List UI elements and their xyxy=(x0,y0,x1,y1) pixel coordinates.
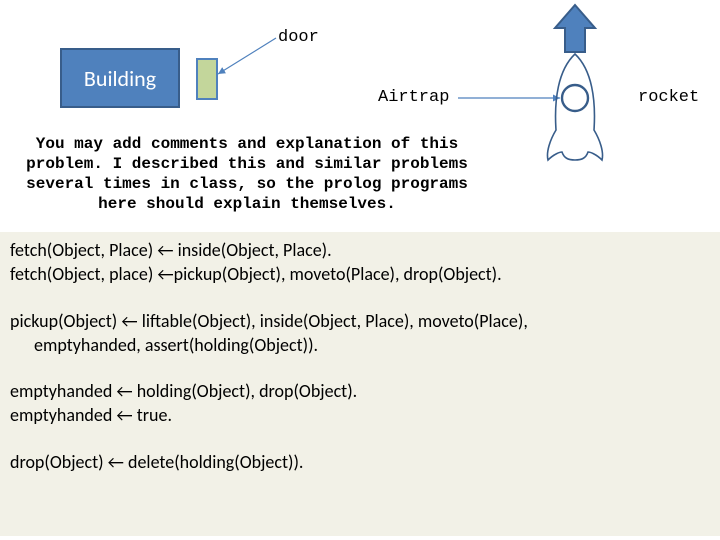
building-box: Building xyxy=(60,48,180,108)
door-arrow-icon xyxy=(210,36,280,86)
code-line: fetch(Object, Place) ← inside(Object, Pl… xyxy=(10,238,710,262)
airtrap-label: Airtrap xyxy=(378,88,449,107)
code-line: emptyhanded, assert(holding(Object)). xyxy=(10,333,710,357)
diagram-area: Building door Airtrap rocket You may add… xyxy=(0,0,720,230)
building-label: Building xyxy=(84,65,156,92)
airtrap-circle-icon xyxy=(562,85,588,111)
code-line: emptyhanded ← true. xyxy=(10,403,710,427)
rocket-label: rocket xyxy=(638,88,699,107)
rocket-icon xyxy=(520,0,630,170)
code-line: pickup(Object) ← liftable(Object), insid… xyxy=(10,309,710,333)
door-label: door xyxy=(278,28,319,47)
code-line: drop(Object) ← delete(holding(Object)). xyxy=(10,450,710,474)
code-line: fetch(Object, place) ←pickup(Object), mo… xyxy=(10,262,710,286)
prolog-code-area: fetch(Object, Place) ← inside(Object, Pl… xyxy=(0,232,720,536)
comment-text: You may add comments and explanation of … xyxy=(12,132,482,216)
code-line: emptyhanded ← holding(Object), drop(Obje… xyxy=(10,379,710,403)
